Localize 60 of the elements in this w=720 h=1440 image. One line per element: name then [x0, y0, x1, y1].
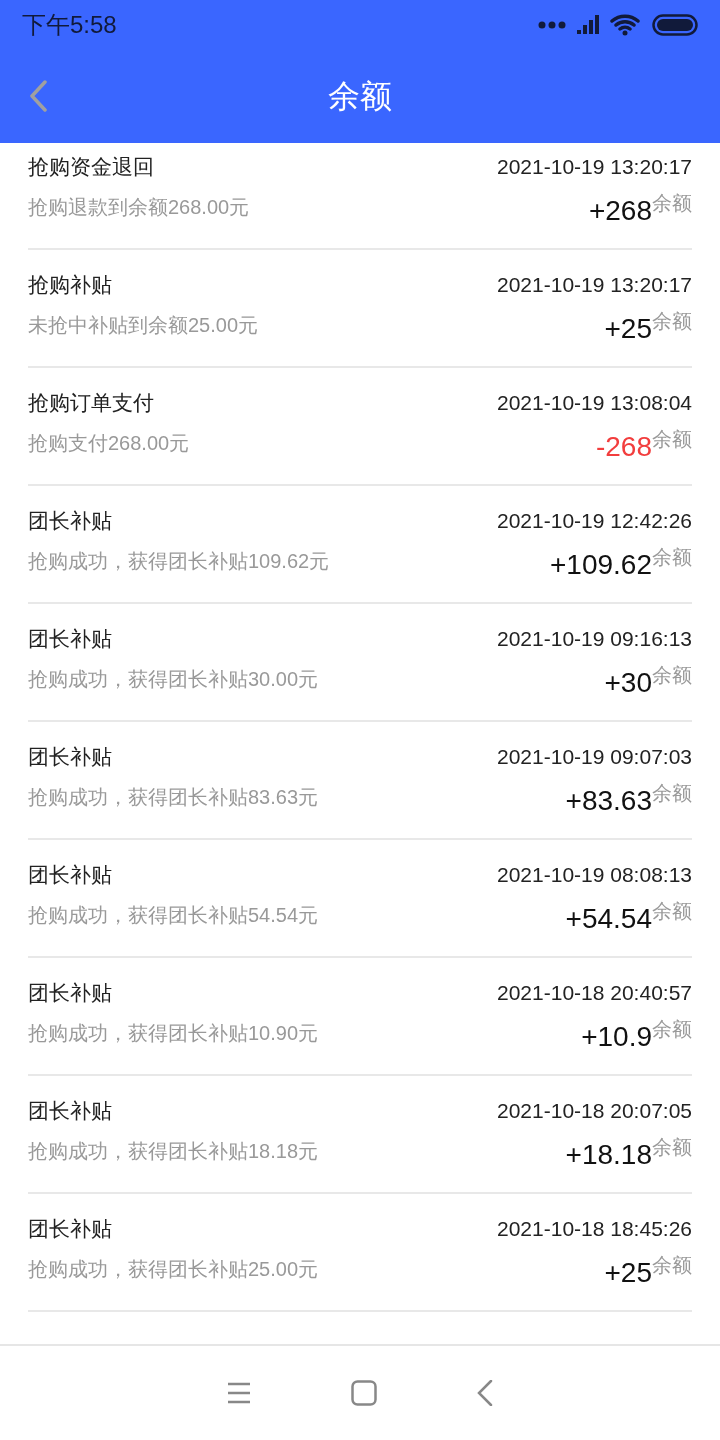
record-amount: +109.62 [550, 549, 652, 582]
record-time: 2021-10-18 20:40:57 [497, 980, 692, 1006]
status-time: 下午5:58 [22, 10, 117, 40]
record-title: 抢购补贴 [28, 272, 113, 298]
signal-icon [576, 15, 600, 35]
record-amount: +83.63 [565, 785, 652, 818]
record-unit: 余额 [652, 899, 692, 922]
record-amount: +25 [604, 313, 652, 346]
record-amount: +18.18 [565, 1139, 652, 1172]
record-title: 团长补贴 [28, 1216, 113, 1242]
record-time: 2021-10-19 09:07:03 [497, 744, 692, 770]
record-title: 抢购订单支付 [28, 390, 155, 416]
record-time: 2021-10-19 08:08:13 [497, 862, 692, 888]
more-icon [538, 21, 566, 29]
record-description: 抢购成功，获得团长补贴10.90元 [28, 1021, 320, 1046]
home-icon[interactable] [351, 1380, 377, 1406]
record-amount: +25 [604, 1257, 652, 1290]
page-title: 余额 [328, 76, 392, 116]
record-time: 2021-10-19 09:16:13 [497, 626, 692, 652]
record-time: 2021-10-19 13:20:17 [497, 272, 692, 298]
record-title: 团长补贴 [28, 1098, 113, 1124]
wifi-icon [610, 13, 642, 37]
record-description: 抢购退款到余额268.00元 [28, 195, 251, 220]
record-unit: 余额 [652, 427, 692, 450]
record-description: 抢购成功，获得团长补贴25.00元 [28, 1257, 320, 1282]
record-description: 未抢中补贴到余额25.00元 [28, 313, 260, 338]
record-title: 团长补贴 [28, 862, 113, 888]
record-unit: 余额 [652, 1253, 692, 1276]
record-title: 抢购资金退回 [28, 154, 155, 180]
record-unit: 余额 [652, 1017, 692, 1040]
record-title: 团长补贴 [28, 980, 113, 1006]
record-description: 抢购成功，获得团长补贴18.18元 [28, 1139, 320, 1164]
back-icon[interactable] [28, 80, 48, 112]
record-unit: 余额 [652, 545, 692, 568]
record-description: 抢购成功，获得团长补贴109.62元 [28, 549, 331, 574]
record-amount: +54.54 [565, 903, 652, 936]
record-title: 团长补贴 [28, 744, 113, 770]
record-amount: +268 [588, 195, 652, 228]
record-unit: 余额 [652, 781, 692, 804]
menu-icon[interactable] [227, 1382, 251, 1404]
record-time: 2021-10-19 13:20:17 [497, 154, 692, 180]
record-unit: 余额 [652, 191, 692, 214]
record-title: 团长补贴 [28, 508, 113, 534]
record-unit: 余额 [652, 1135, 692, 1158]
record-unit: 余额 [652, 309, 692, 332]
record-amount: +30 [604, 667, 652, 700]
record-description: 抢购支付268.00元 [28, 431, 191, 456]
record-description: 抢购成功，获得团长补贴83.63元 [28, 785, 320, 810]
record-time: 2021-10-19 12:42:26 [497, 508, 692, 534]
back-icon[interactable] [477, 1380, 493, 1406]
record-description: 抢购成功，获得团长补贴30.00元 [28, 667, 320, 692]
record-time: 2021-10-19 13:08:04 [497, 390, 692, 416]
record-time: 2021-10-18 20:07:05 [497, 1098, 692, 1124]
record-time: 2021-10-18 18:45:26 [497, 1216, 692, 1242]
battery-icon [652, 14, 698, 36]
record-title: 团长补贴 [28, 626, 113, 652]
record-unit: 余额 [652, 663, 692, 686]
record-amount: -268 [595, 431, 652, 464]
record-description: 抢购成功，获得团长补贴54.54元 [28, 903, 320, 928]
record-amount: +10.9 [581, 1021, 652, 1054]
